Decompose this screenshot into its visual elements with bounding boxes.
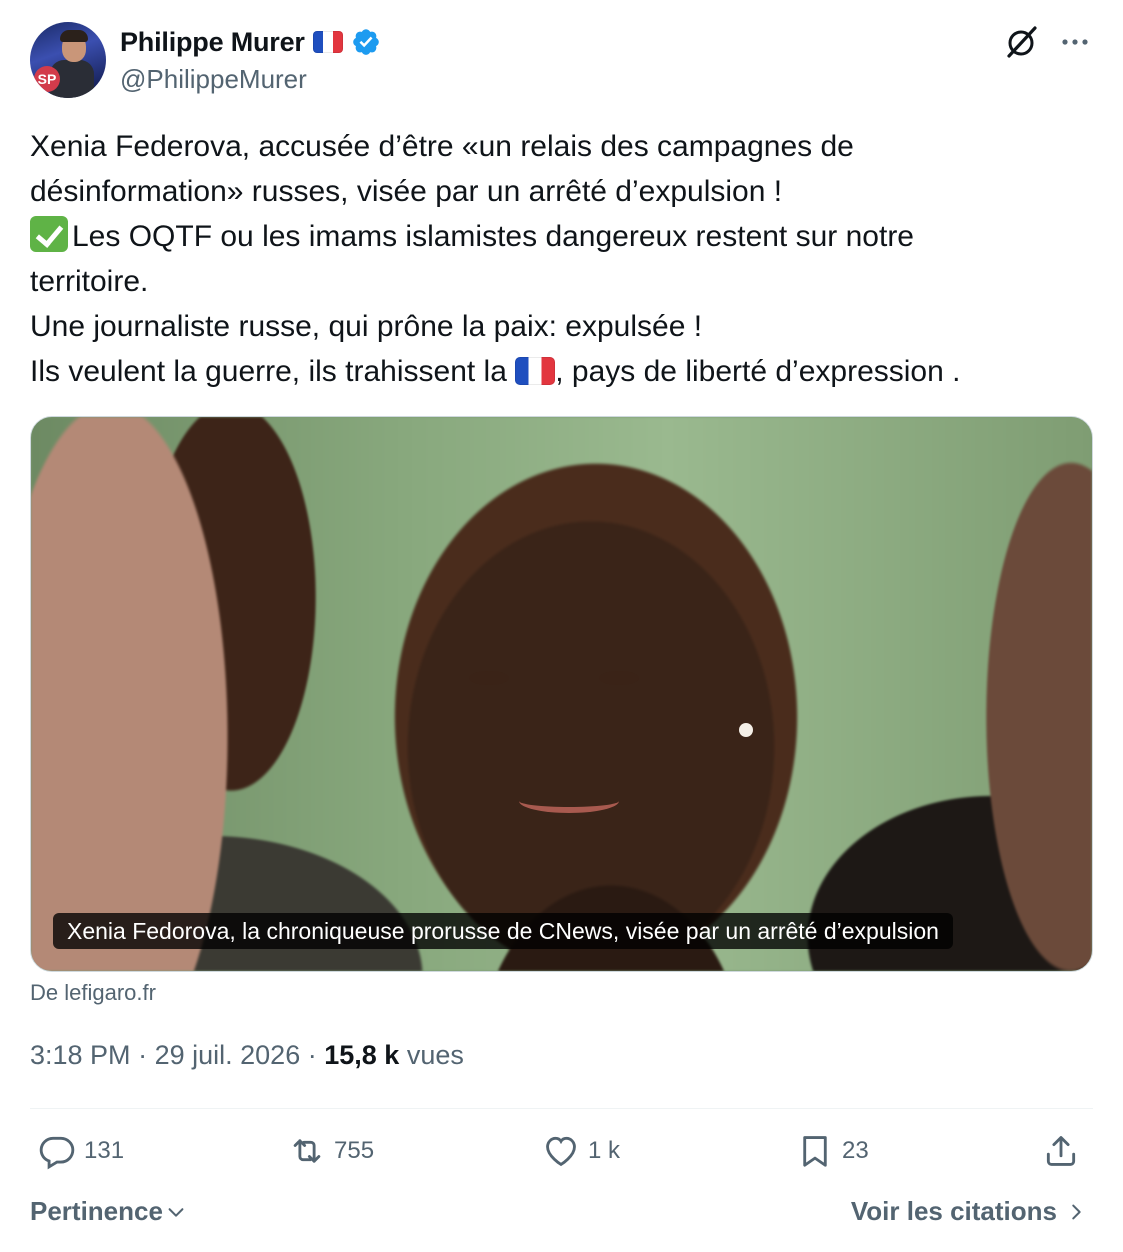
bookmark-count: 23 <box>842 1137 869 1164</box>
grok-icon[interactable] <box>1001 22 1041 62</box>
tweet-line-text: , pays de liberté d’expression . <box>555 355 961 388</box>
photo-detail <box>599 671 639 685</box>
tweet-line: Xenia Federova, accusée d’être «un relai… <box>30 130 854 163</box>
tweet-time[interactable]: 3:18 PM <box>30 1040 131 1070</box>
like-count: 1 k <box>588 1137 621 1164</box>
action-bar: 131 755 1 k 23 <box>30 1132 1093 1178</box>
tweet-text: Xenia Federova, accusée d’être «un relai… <box>30 124 1093 394</box>
avatar-hair <box>60 30 88 42</box>
avatar-badge: SP <box>34 66 60 92</box>
tweet-line-text: Ils veulent la guerre, ils trahissent la <box>30 355 507 388</box>
sort-dropdown[interactable]: Pertinence <box>30 1196 187 1227</box>
share-button[interactable] <box>1042 1132 1080 1170</box>
france-flag-icon <box>312 31 343 53</box>
reply-count: 131 <box>84 1137 125 1164</box>
photo-detail <box>469 671 509 685</box>
heart-icon <box>546 1136 576 1167</box>
tweet-line-text: Les OQTF ou les imams islamistes dangere… <box>72 220 914 253</box>
tweet-line: territoire. <box>30 265 149 298</box>
tweet-meta: 3:18 PM · 29 juil. 2026 · 15,8 k vues <box>30 1040 464 1071</box>
repost-button[interactable]: 755 <box>288 1132 374 1170</box>
chevron-right-icon <box>1072 1204 1081 1219</box>
handle[interactable]: @PhilippeMurer <box>120 64 307 95</box>
avatar[interactable]: SP <box>30 22 106 98</box>
card-source[interactable]: De lefigaro.fr <box>30 980 156 1006</box>
reply-button[interactable]: 131 <box>38 1132 124 1170</box>
divider <box>30 1108 1093 1109</box>
views-label: vues <box>406 1040 464 1070</box>
tweet-header: SP Philippe Murer @PhilippeMurer <box>30 22 1093 100</box>
quotes-label: Voir les citations <box>850 1196 1057 1226</box>
tweet-line: désinformation» russes, visée par un arr… <box>30 175 783 208</box>
bookmark-icon <box>803 1136 827 1167</box>
bookmark-button[interactable]: 23 <box>796 1132 869 1170</box>
views-count: 15,8 k <box>324 1040 400 1070</box>
photo-detail <box>519 789 619 813</box>
like-button[interactable]: 1 k <box>542 1132 620 1170</box>
replies-footer: Pertinence Voir les citations <box>30 1196 1093 1236</box>
check-mark-emoji-icon <box>30 216 68 252</box>
share-icon <box>1046 1136 1076 1166</box>
sort-label: Pertinence <box>30 1196 163 1226</box>
article-photo <box>31 417 1092 971</box>
tweet-line: Une journaliste russe, qui prône la paix… <box>30 310 703 343</box>
reply-icon <box>39 1136 75 1170</box>
france-flag-emoji-icon <box>515 357 556 385</box>
display-name[interactable]: Philippe Murer <box>120 27 305 58</box>
view-quotes-link[interactable]: Voir les citations <box>851 1196 1087 1227</box>
chevron-down-icon <box>168 1207 184 1217</box>
tweet: SP Philippe Murer @PhilippeMurer Xenia F… <box>0 0 1123 1252</box>
tweet-line: Les OQTF ou les imams islamistes dangere… <box>30 214 1093 259</box>
tweet-date[interactable]: 29 juil. 2026 <box>155 1040 301 1070</box>
card-caption[interactable]: Xenia Fedorova, la chroniqueuse prorusse… <box>53 913 953 949</box>
repost-icon <box>293 1139 321 1163</box>
link-card[interactable]: Xenia Fedorova, la chroniqueuse prorusse… <box>30 416 1093 972</box>
photo-detail <box>739 723 753 737</box>
meta-separator: · <box>307 1040 317 1070</box>
tweet-line: Ils veulent la guerre, ils trahissent la… <box>30 349 1093 394</box>
verified-badge-icon[interactable] <box>351 27 381 57</box>
name-row: Philippe Murer <box>120 24 381 60</box>
repost-count: 755 <box>334 1137 375 1164</box>
more-dots-icon[interactable] <box>1057 24 1093 60</box>
meta-separator: · <box>138 1040 148 1070</box>
